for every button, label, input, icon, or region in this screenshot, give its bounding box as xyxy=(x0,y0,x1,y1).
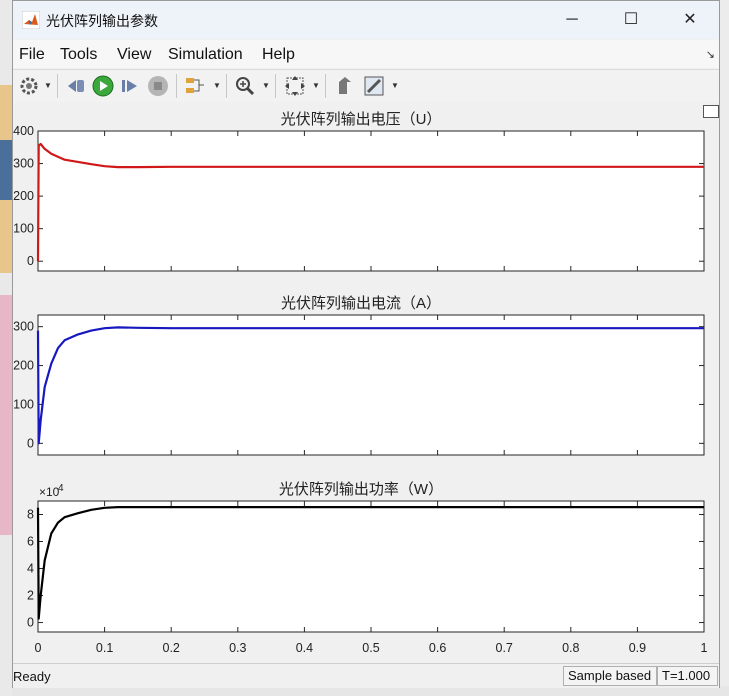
highlight-block-icon[interactable] xyxy=(333,74,357,98)
signal-selector-icon[interactable] xyxy=(183,74,207,98)
y-tick-label: 300 xyxy=(13,320,34,334)
y-tick-label: 0 xyxy=(27,436,34,450)
run-icon[interactable] xyxy=(91,74,115,98)
menu-view[interactable]: View xyxy=(117,46,151,64)
y-tick-label: 8 xyxy=(27,508,34,522)
background-app-edge xyxy=(720,0,729,696)
menu-help[interactable]: Help xyxy=(262,46,295,64)
x-tick-label: 0.2 xyxy=(163,641,180,655)
toolbar-separator xyxy=(325,74,326,98)
axis-multiplier: ×10 xyxy=(39,485,60,499)
menu-bar: File Tools View Simulation Help ↘ xyxy=(13,40,719,68)
chart-title-2: 光伏阵列输出电流（A） xyxy=(281,295,441,312)
toolbar-separator xyxy=(176,74,177,98)
y-tick-label: 0 xyxy=(27,616,34,630)
y-tick-label: 4 xyxy=(27,562,34,576)
y-tick-label: 200 xyxy=(13,359,34,373)
style-icon[interactable] xyxy=(362,74,386,98)
toolbar: ▼ ▼ ▼ ▼ ▼ xyxy=(13,69,719,103)
background-block xyxy=(0,295,12,535)
x-tick-label: 0.1 xyxy=(96,641,113,655)
signal-dropdown-icon[interactable]: ▼ xyxy=(213,82,221,90)
chart-title-1: 光伏阵列输出电压（U） xyxy=(281,111,442,128)
y-tick-label: 0 xyxy=(27,254,34,268)
status-ready-text: Ready xyxy=(13,669,51,684)
menu-file[interactable]: File xyxy=(19,46,45,64)
maximize-button[interactable]: ☐ xyxy=(611,7,651,33)
title-bar[interactable]: 光伏阵列输出参数 ─ ☐ ✕ xyxy=(13,1,719,39)
zoom-icon[interactable] xyxy=(233,74,257,98)
plot-axes-3[interactable] xyxy=(37,500,705,633)
x-tick-label: 0.5 xyxy=(362,641,379,655)
stop-icon[interactable] xyxy=(146,74,170,98)
x-tick-label: 0 xyxy=(35,641,42,655)
step-back-icon[interactable] xyxy=(64,74,88,98)
x-tick-label: 0.9 xyxy=(629,641,646,655)
x-tick-label: 0.6 xyxy=(429,641,446,655)
y-tick-label: 400 xyxy=(13,124,34,138)
plot-axes-1[interactable] xyxy=(37,130,705,272)
status-bar: Ready Sample based T=1.000 xyxy=(13,663,719,688)
toolbar-separator xyxy=(275,74,276,98)
scope-plot-area: 光伏阵列输出电压（U） 0 100 200 300 400 光伏阵列输出电流（A） 0 100 2… xyxy=(13,102,719,662)
y-tick-label: 100 xyxy=(13,222,34,236)
settings-dropdown-icon[interactable]: ▼ xyxy=(44,82,52,90)
close-button[interactable]: ✕ xyxy=(670,7,710,33)
dock-arrow-icon[interactable]: ↘ xyxy=(706,48,715,61)
toolbar-separator xyxy=(226,74,227,98)
sample-mode-field: Sample based xyxy=(563,666,657,686)
fit-view-icon[interactable] xyxy=(283,74,307,98)
chart-title-3: 光伏阵列输出功率（W） xyxy=(279,481,443,498)
plot-axes-2[interactable] xyxy=(37,314,705,456)
fit-dropdown-icon[interactable]: ▼ xyxy=(312,82,320,90)
menu-simulation[interactable]: Simulation xyxy=(168,46,243,64)
y-tick-label: 100 xyxy=(13,397,34,411)
background-block xyxy=(0,140,12,200)
menu-tools[interactable]: Tools xyxy=(60,46,97,64)
x-tick-label: 0.4 xyxy=(296,641,313,655)
minimize-button[interactable]: ─ xyxy=(552,7,592,33)
y-tick-label: 2 xyxy=(27,589,34,603)
step-forward-icon[interactable] xyxy=(118,74,142,98)
y-tick-label: 200 xyxy=(13,189,34,203)
toolbar-separator xyxy=(57,74,58,98)
window-title: 光伏阵列输出参数 xyxy=(46,13,158,29)
y-tick-label: 6 xyxy=(27,535,34,549)
undock-icon[interactable] xyxy=(703,105,719,118)
x-tick-label: 0.7 xyxy=(496,641,513,655)
y-tick-label: 300 xyxy=(13,157,34,171)
scope-charts[interactable]: 光伏阵列输出电压（U）0100200300400光伏阵列输出电流（A）01002… xyxy=(13,102,719,662)
style-dropdown-icon[interactable]: ▼ xyxy=(391,82,399,90)
scope-window: 光伏阵列输出参数 ─ ☐ ✕ File Tools View Simulatio… xyxy=(12,0,720,688)
settings-icon[interactable] xyxy=(17,74,41,98)
matlab-logo-icon xyxy=(22,11,40,29)
axis-multiplier-exponent: 4 xyxy=(58,483,64,494)
x-tick-label: 1 xyxy=(701,641,708,655)
time-field: T=1.000 xyxy=(657,666,718,686)
x-tick-label: 0.8 xyxy=(562,641,579,655)
zoom-dropdown-icon[interactable]: ▼ xyxy=(262,82,270,90)
x-tick-label: 0.3 xyxy=(229,641,246,655)
